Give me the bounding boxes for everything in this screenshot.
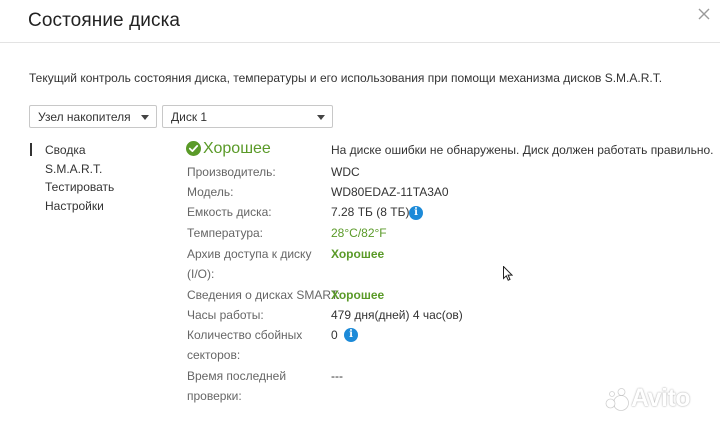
dialog-description: Текущий контроль состояния диска, темпер… [29,71,663,85]
chevron-down-icon [141,115,149,120]
last-check-label-line1: Время последней [187,369,287,383]
nav-item-smart[interactable]: S.M.A.R.T. [29,160,114,179]
temperature-label: Температура: [187,226,264,240]
status-text: Хорошее [203,140,271,157]
side-nav: Сводка S.M.A.R.T. Тестировать Настройки [29,141,114,215]
nav-item-settings[interactable]: Настройки [29,197,114,216]
model-label: Модель: [187,185,234,199]
avito-logo-icon [605,388,629,411]
mouse-pointer-icon [503,266,513,281]
disk-select-value: Диск 1 [171,110,208,124]
close-icon[interactable] [696,6,712,22]
dialog-header: Состояние диска [0,0,720,43]
smart-label: Сведения о дисках SMART: [187,288,341,302]
nav-item-summary[interactable]: Сводка [29,141,114,160]
status-message: На диске ошибки не обнаружены. Диск долж… [331,143,714,157]
io-value: Хорошее [331,247,385,261]
capacity-label: Емкость диска: [187,205,272,219]
check-circle-icon [186,141,201,156]
power-on-hours-value: 479 дня(дней) 4 час(ов) [331,308,463,322]
last-check-label-line2: проверки: [187,389,242,403]
manufacturer-label: Производитель: [187,165,276,179]
smart-value: Хорошее [331,288,385,302]
manufacturer-value: WDC [331,165,360,179]
watermark: Avito [604,384,714,415]
bad-sectors-value: 0 [331,328,338,342]
capacity-value: 7.28 ТБ (8 ТБ) [331,205,410,219]
bad-sectors-label-line2: секторов: [187,348,241,362]
info-icon[interactable]: i [344,328,358,342]
watermark-text: Avito [631,384,691,412]
nav-item-test[interactable]: Тестировать [29,178,114,197]
io-label-line2: (I/O): [187,267,215,281]
io-label-line1: Архив доступа к диску [187,247,312,261]
info-icon[interactable]: i [409,206,423,220]
node-select[interactable]: Узел накопителя [29,105,157,128]
temperature-value: 28°C/82°F [331,226,387,240]
dialog-title: Состояние диска [28,10,181,31]
bad-sectors-label-line1: Количество сбойных [187,328,303,342]
node-select-value: Узел накопителя [38,110,131,124]
last-check-value: --- [331,369,343,383]
chevron-down-icon [317,115,325,120]
disk-select[interactable]: Диск 1 [162,105,333,128]
model-value: WD80EDAZ-11TA3A0 [331,185,449,199]
power-on-hours-label: Часы работы: [187,308,264,322]
